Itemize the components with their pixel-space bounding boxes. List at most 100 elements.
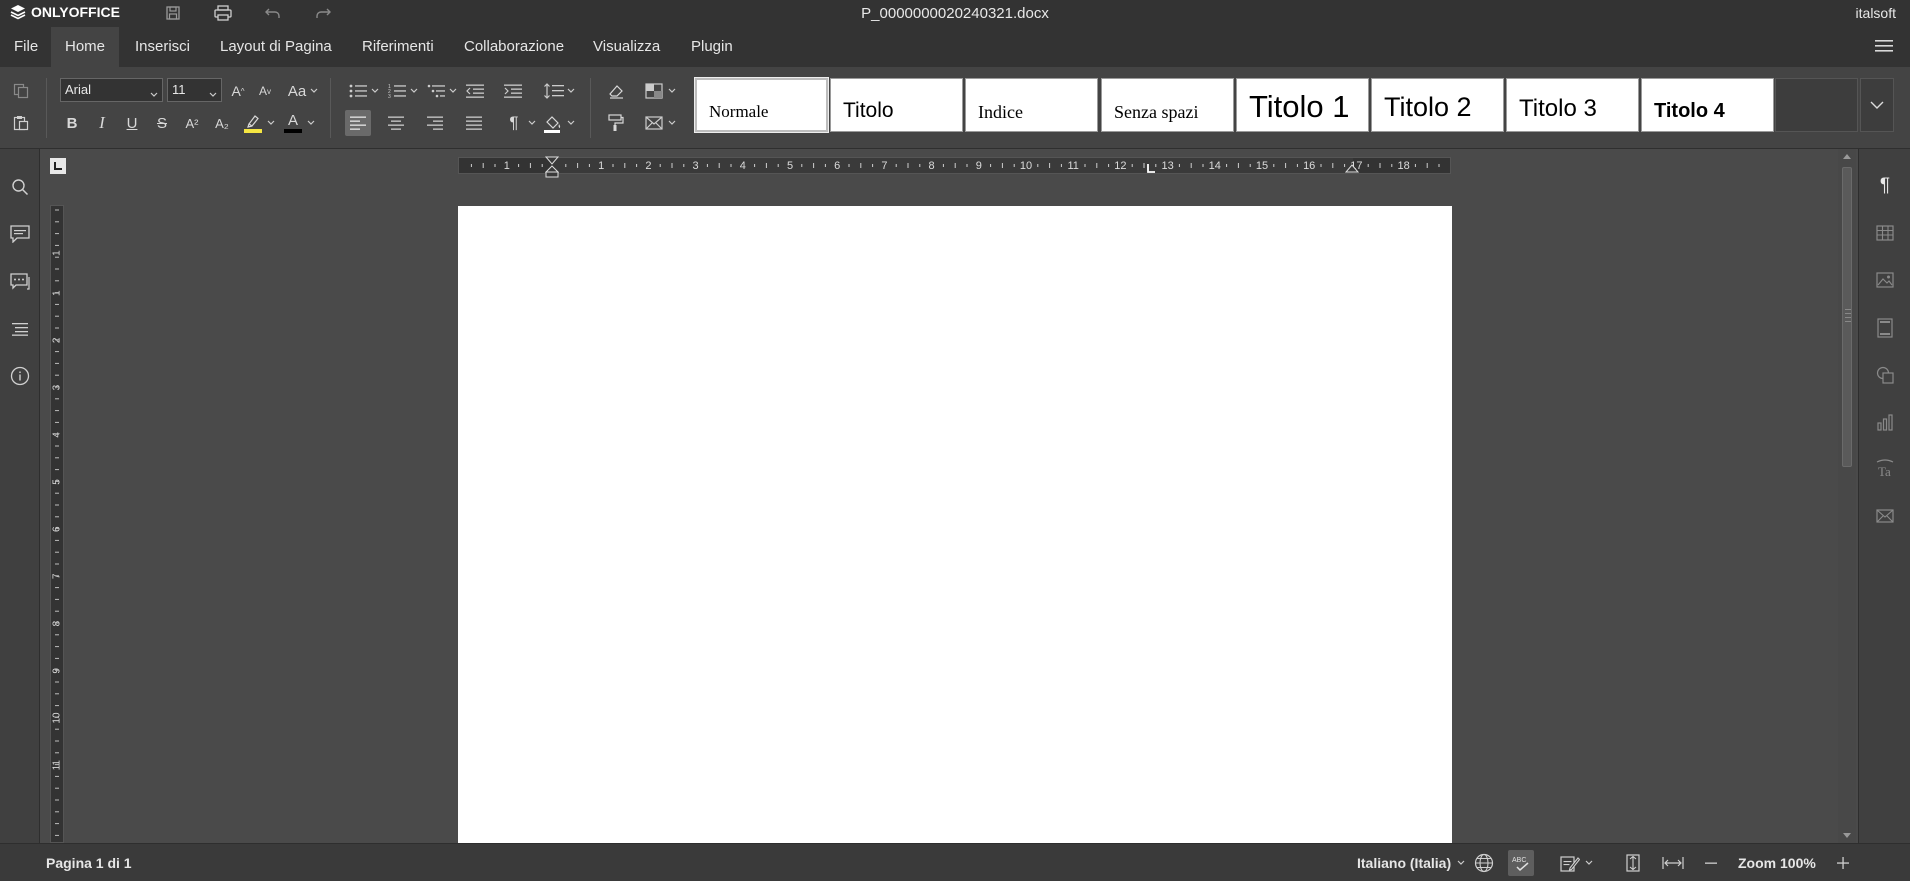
document-page[interactable]: [458, 206, 1452, 843]
chart-settings-icon[interactable]: [1872, 409, 1898, 435]
scroll-up-icon[interactable]: [1843, 153, 1851, 159]
tab-layout[interactable]: Layout di Pagina: [206, 27, 346, 67]
tab-inserisci[interactable]: Inserisci: [121, 27, 204, 67]
tab-stop-selector[interactable]: [50, 158, 66, 174]
page-count[interactable]: Pagina 1 di 1: [46, 844, 132, 881]
language-select[interactable]: Italiano (Italia): [1357, 844, 1465, 881]
highlight-color-button[interactable]: [240, 110, 266, 136]
pilcrow-icon[interactable]: ¶: [501, 110, 527, 136]
chevron-down-icon[interactable]: [266, 110, 275, 136]
document-title[interactable]: P_0000000020240321.docx: [861, 5, 1049, 22]
chevron-down-icon[interactable]: [448, 78, 457, 104]
vertical-scrollbar[interactable]: [1838, 149, 1856, 843]
paste-icon[interactable]: [8, 110, 34, 136]
style-titolo-3[interactable]: Titolo 3: [1506, 78, 1639, 132]
style-senza-spazi[interactable]: Senza spazi: [1101, 78, 1234, 132]
scrollbar-thumb[interactable]: [1842, 167, 1852, 467]
user-name[interactable]: italsoft: [1856, 5, 1896, 21]
mail-merge-settings-icon[interactable]: [1872, 503, 1898, 529]
strikethrough-button[interactable]: S: [149, 110, 175, 136]
horizontal-ruler[interactable]: 1 1 2 3 4 5 6 7 8 9 10 11 12 13 14 15 16 17 18: [458, 156, 1451, 178]
increase-indent-icon[interactable]: [500, 78, 526, 104]
decrease-font-button[interactable]: Av: [252, 78, 278, 104]
style-gallery-expand-button[interactable]: [1860, 78, 1894, 132]
line-spacing-icon[interactable]: [541, 78, 567, 104]
shape-settings-icon[interactable]: [1872, 362, 1898, 388]
style-titolo-1[interactable]: Titolo 1: [1236, 78, 1369, 132]
header-footer-settings-icon[interactable]: [1872, 315, 1898, 341]
tab-home[interactable]: Home: [51, 27, 120, 67]
decrease-indent-icon[interactable]: [462, 78, 488, 104]
multilevel-list-icon[interactable]: [423, 78, 449, 104]
style-indice[interactable]: Indice: [965, 78, 1098, 132]
undo-icon[interactable]: [262, 3, 284, 23]
navigation-headings-icon[interactable]: [7, 316, 33, 342]
align-left-icon[interactable]: [345, 110, 371, 136]
tab-visualizza[interactable]: Visualizza: [579, 27, 674, 67]
table-settings-icon[interactable]: [1872, 220, 1898, 246]
color-scheme-icon[interactable]: [641, 78, 667, 104]
chevron-down-icon[interactable]: [409, 78, 418, 104]
italic-button[interactable]: I: [89, 110, 115, 136]
numbered-list-icon[interactable]: 123: [384, 78, 410, 104]
bullet-list-icon[interactable]: [345, 78, 371, 104]
chevron-down-icon[interactable]: [370, 78, 379, 104]
spell-check-icon[interactable]: ABC: [1508, 844, 1534, 881]
font-name-select[interactable]: Arial: [60, 78, 163, 102]
redo-icon[interactable]: [312, 3, 334, 23]
chevron-down-icon[interactable]: [566, 78, 575, 104]
chevron-down-icon[interactable]: [667, 78, 676, 104]
fit-page-icon[interactable]: [1624, 844, 1642, 881]
chevron-down-icon[interactable]: [566, 110, 575, 136]
subscript-button[interactable]: A₂: [209, 110, 235, 136]
clear-formatting-icon[interactable]: [603, 78, 629, 104]
style-titolo-4[interactable]: Titolo 4: [1641, 78, 1774, 132]
zoom-in-icon[interactable]: [1836, 844, 1850, 881]
align-right-icon[interactable]: [422, 110, 448, 136]
chevron-down-icon[interactable]: [309, 78, 318, 104]
copy-icon[interactable]: [8, 78, 34, 104]
bold-button[interactable]: B: [59, 110, 85, 136]
search-icon[interactable]: [7, 174, 33, 200]
copy-style-icon[interactable]: [603, 110, 629, 136]
tab-file[interactable]: File: [0, 27, 52, 67]
style-titolo-2[interactable]: Titolo 2: [1371, 78, 1504, 132]
first-line-indent-marker[interactable]: [545, 156, 559, 178]
chevron-down-icon[interactable]: [667, 110, 676, 136]
comments-icon[interactable]: [7, 221, 33, 247]
paragraph-settings-icon[interactable]: ¶: [1872, 173, 1898, 199]
style-titolo[interactable]: Titolo: [830, 78, 963, 132]
justify-icon[interactable]: [461, 110, 487, 136]
font-color-button[interactable]: A: [280, 110, 306, 136]
print-icon[interactable]: [212, 3, 234, 23]
superscript-button[interactable]: A²: [179, 110, 205, 136]
underline-button[interactable]: U: [119, 110, 145, 136]
text-art-settings-icon[interactable]: Ta: [1872, 456, 1898, 482]
save-icon[interactable]: [162, 3, 184, 23]
globe-icon[interactable]: [1474, 844, 1494, 881]
right-indent-marker[interactable]: [1345, 164, 1359, 176]
chevron-down-icon[interactable]: [306, 110, 315, 136]
change-case-button[interactable]: Aa: [282, 78, 312, 104]
align-center-icon[interactable]: [383, 110, 409, 136]
tab-plugin[interactable]: Plugin: [677, 27, 747, 67]
vertical-ruler[interactable]: 1 1 2 3 4 5 6 7 8 9 10 11: [50, 205, 64, 843]
scroll-down-icon[interactable]: [1843, 833, 1851, 839]
chat-icon[interactable]: [7, 269, 33, 295]
tab-stop-marker[interactable]: [1146, 163, 1156, 174]
font-size-select[interactable]: 11: [167, 78, 222, 102]
increase-font-button[interactable]: A ^: [225, 78, 251, 104]
paragraph-shading-icon[interactable]: [540, 110, 566, 136]
mail-merge-icon[interactable]: [641, 110, 667, 136]
image-settings-icon[interactable]: [1872, 267, 1898, 293]
track-changes-button[interactable]: [1560, 844, 1593, 881]
chevron-down-icon[interactable]: [527, 110, 536, 136]
style-normale[interactable]: Normale: [694, 77, 829, 133]
tab-collaborazione[interactable]: Collaborazione: [450, 27, 578, 67]
zoom-out-icon[interactable]: [1704, 844, 1718, 881]
tab-riferimenti[interactable]: Riferimenti: [348, 27, 448, 67]
hamburger-menu-icon[interactable]: [1874, 38, 1894, 58]
fit-width-icon[interactable]: [1662, 844, 1684, 881]
zoom-level[interactable]: Zoom 100%: [1738, 844, 1816, 881]
info-icon[interactable]: [7, 363, 33, 389]
